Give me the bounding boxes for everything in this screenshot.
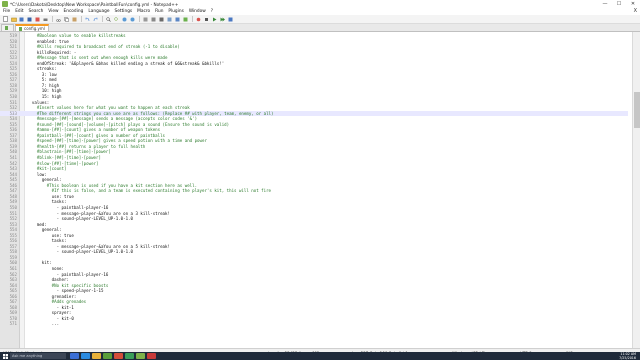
toolbar-separator [81,16,82,22]
menu-encoding[interactable]: Encoding [64,9,84,14]
copy-icon[interactable] [63,16,70,23]
save-icon[interactable] [18,16,25,23]
taskbar: Ask me anything 11:02 AM 7/25/2016 [0,352,640,360]
scrollbar-thumb[interactable] [634,92,640,128]
menu-file[interactable]: File [3,9,10,14]
menu-language[interactable]: Language [88,9,109,14]
sync-scroll-icon[interactable] [142,16,149,23]
taskbar-search[interactable]: Ask me anything [10,353,66,359]
clock-date: 7/25/2016 [619,356,636,360]
redo-icon[interactable] [92,16,99,23]
stop-macro-icon[interactable] [203,16,210,23]
replace-icon[interactable] [113,16,120,23]
tab-config-yml[interactable]: config.yml [15,24,49,31]
menu-settings[interactable]: Settings [115,9,133,14]
chrome-icon[interactable] [114,353,123,359]
record-macro-icon[interactable] [195,16,202,23]
show-all-chars-icon[interactable] [158,16,165,23]
menu-plugins[interactable]: Plugins [168,9,183,14]
minimize-button[interactable]: — [598,0,612,8]
toolbar [0,15,640,24]
toolbar-separator [102,16,103,22]
title-bar: *C:\Users\Dakota\Desktop\New Workspace\P… [0,0,640,8]
store-icon[interactable] [103,353,112,359]
tab-label: config.yml [24,26,45,31]
play-multiple-icon[interactable] [219,16,226,23]
recorder-icon[interactable] [147,353,156,359]
menu-window[interactable]: Window [189,9,206,14]
spotify-icon[interactable] [125,353,134,359]
save-macro-icon[interactable] [227,16,234,23]
undo-icon[interactable] [84,16,91,23]
task-view-icon[interactable] [70,353,79,359]
new-file-icon[interactable] [2,16,9,23]
print-icon[interactable] [42,16,49,23]
menu-edit[interactable]: Edit [15,9,23,14]
menu-view[interactable]: View [48,9,58,14]
toolbar-separator [139,16,140,22]
open-file-icon[interactable] [10,16,17,23]
save-all-icon[interactable] [26,16,33,23]
windows-start-icon[interactable] [0,352,10,360]
editor[interactable]: 519 #Boolean value to enable killstreaks… [0,32,640,348]
menu-macro[interactable]: Macro [137,9,150,14]
code-line[interactable]: 571 ... [0,321,628,327]
editor-lines: 519 #Boolean value to enable killstreaks… [0,33,628,327]
file-icon [19,26,22,31]
menu-run[interactable]: Run [155,9,163,14]
paste-icon[interactable] [71,16,78,23]
taskbar-clock[interactable]: 11:02 AM 7/25/2016 [619,352,636,360]
indent-guide-icon[interactable] [166,16,173,23]
maximize-button[interactable]: ☐ [612,0,626,8]
doc-map-icon[interactable] [174,16,181,23]
notepadpp-icon [2,1,8,7]
play-macro-icon[interactable] [211,16,218,23]
window-title: *C:\Users\Dakota\Desktop\New Workspace\P… [10,1,179,7]
toolbar-separator [192,16,193,22]
window-controls: — ☐ ✕ [598,0,640,8]
zoom-out-icon[interactable] [129,16,136,23]
file-icon [5,26,8,30]
close-document-icon[interactable]: X [634,8,637,14]
word-wrap-icon[interactable] [150,16,157,23]
line-number: 571 [9,321,17,327]
vertical-scrollbar[interactable] [632,32,640,348]
find-icon[interactable] [105,16,112,23]
notepadpp-taskbar-icon[interactable] [136,353,145,359]
close-file-icon[interactable] [34,16,41,23]
edge-icon[interactable] [81,353,90,359]
zoom-in-icon[interactable] [121,16,128,23]
menu-help[interactable]: ? [211,9,213,14]
tab-placeholder[interactable] [1,24,14,31]
menu-search[interactable]: Search [29,9,44,14]
menu-bar: File Edit Search View Encoding Language … [0,8,640,15]
close-button[interactable]: ✕ [626,0,640,8]
code-text: ... [27,321,60,327]
file-explorer-icon[interactable] [92,353,101,359]
tab-bar: config.yml [0,24,640,32]
toolbar-separator [52,16,53,22]
cut-icon[interactable] [55,16,62,23]
function-list-icon[interactable] [182,16,189,23]
